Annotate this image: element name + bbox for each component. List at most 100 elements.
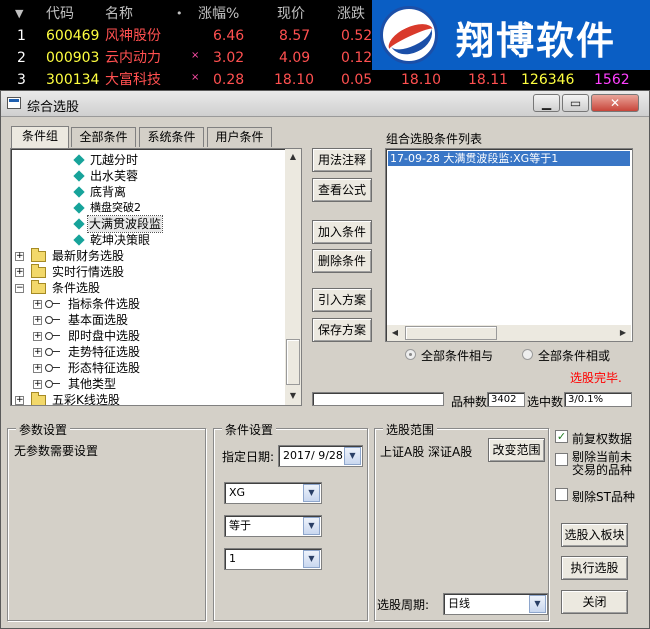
expand-icon[interactable]: + [15, 396, 24, 405]
logic-and-label: 全部条件相与 [421, 349, 494, 363]
delete-condition-button[interactable]: 删除条件 [312, 249, 372, 273]
tab-all-conditions[interactable]: 全部条件 [71, 127, 136, 147]
stock-name: 大富科技 [105, 72, 161, 88]
expand-icon[interactable]: + [33, 364, 42, 373]
chevron-down-icon[interactable]: ▼ [303, 484, 320, 502]
scope-title: 选股范围 [383, 421, 438, 438]
view-formula-button[interactable]: 查看公式 [312, 178, 372, 202]
change: 0.05 [341, 72, 373, 88]
scroll-left-icon[interactable]: ◀ [388, 326, 402, 340]
change-scope-button[interactable]: 改变范围 [488, 438, 545, 462]
params-group: 参数设置 无参数需要设置 [7, 421, 206, 621]
exclude-halt-label: 剔除当前未交易的品种 [572, 450, 633, 477]
expand-icon[interactable]: + [33, 348, 42, 357]
sort-icon[interactable]: ▼ [15, 3, 23, 25]
scroll-up-icon[interactable]: ▲ [286, 150, 300, 164]
expand-icon[interactable]: + [33, 332, 42, 341]
col-code[interactable]: 代码 [46, 3, 74, 25]
stock-name: 云内动力 [105, 50, 161, 66]
tree-item-label: 横盘突破2 [90, 201, 141, 214]
stock-name: 风神股份 [105, 28, 161, 44]
formula-icon [73, 202, 85, 214]
key-icon [45, 364, 61, 372]
params-text: 无参数需要设置 [14, 444, 99, 458]
execute-screen-button[interactable]: 执行选股 [561, 556, 628, 580]
exclude-st-checkbox[interactable] [555, 488, 568, 501]
close-button[interactable]: 关闭 [561, 590, 628, 614]
key-icon [45, 316, 61, 324]
condition-tree[interactable]: 兀越分时 出水芙蓉 底背离 横盘突破2 大满贯波段监 乾坤决策眼 + 最新财务选股… [10, 148, 302, 406]
formula-icon [73, 218, 85, 230]
tab-user-conditions[interactable]: 用户条件 [207, 127, 272, 147]
col-price[interactable]: 现价 [277, 3, 305, 25]
maximize-button[interactable]: ▭ [562, 94, 589, 112]
operator-select[interactable]: 等于 ▼ [224, 515, 322, 537]
restore-checkbox[interactable]: ✓ [555, 430, 568, 443]
expand-icon[interactable]: + [33, 300, 42, 309]
formula-icon [73, 186, 85, 198]
expand-icon[interactable]: + [15, 268, 24, 277]
expand-icon[interactable]: + [33, 316, 42, 325]
value-value: 1 [229, 552, 236, 565]
tree-folder-label: 五彩K线选股 [52, 393, 120, 406]
list-hscrollbar[interactable]: ◀ ▶ [387, 325, 631, 341]
tree-scrollbar[interactable]: ▲ ▼ [285, 149, 301, 405]
tree-folder-label: 条件选股 [52, 281, 101, 295]
scroll-right-icon[interactable]: ▶ [616, 326, 630, 340]
tree-item-label: 走势特征选股 [68, 345, 141, 359]
condition-list-title: 组合选股条件列表 [386, 132, 483, 146]
tree-item-label: 大满贯波段监 [86, 215, 164, 233]
tree-folder-label: 实时行情选股 [52, 265, 125, 279]
save-scheme-button[interactable]: 保存方案 [312, 318, 372, 342]
collapse-icon[interactable]: − [15, 284, 24, 293]
tree-item-label: 兀越分时 [90, 153, 139, 167]
chevron-down-icon[interactable]: ▼ [529, 595, 546, 613]
import-scheme-button[interactable]: 引入方案 [312, 288, 372, 312]
usage-notes-button[interactable]: 用法注释 [312, 148, 372, 172]
restore-label: 前复权数据 [572, 432, 633, 446]
minimize-button[interactable]: ▁ [533, 94, 560, 112]
progress-bar [312, 392, 444, 406]
change-pct: 3.02 [213, 50, 245, 66]
scope-group: 选股范围 上证A股 深证A股 改变范围 选股周期: 日线 ▼ [374, 421, 549, 621]
tree-item-label: 形态特征选股 [68, 361, 141, 375]
logic-and-radio[interactable] [405, 349, 416, 360]
condition-list[interactable]: 17-09-28 大满贯波段监:XG等于1 ◀ ▶ [385, 148, 633, 342]
date-picker[interactable]: 2017/ 9/28 ▼ [278, 445, 363, 467]
scroll-thumb[interactable] [286, 339, 300, 385]
chevron-down-icon[interactable]: ▼ [303, 550, 320, 568]
add-condition-button[interactable]: 加入条件 [312, 220, 372, 244]
key-icon [45, 300, 61, 308]
col-change-pct[interactable]: 涨幅% [198, 3, 239, 25]
period-value: 日线 [448, 597, 470, 610]
close-window-button[interactable]: ✕ [591, 94, 639, 112]
mark-icon: × [191, 72, 200, 83]
value-select[interactable]: 1 ▼ [224, 548, 322, 570]
title-bar[interactable]: 综合选股 ▁ ▭ ✕ [1, 91, 649, 117]
period-select[interactable]: 日线 ▼ [443, 593, 548, 615]
list-item[interactable]: 17-09-28 大满贯波段监:XG等于1 [388, 151, 630, 166]
chevron-down-icon[interactable]: ▼ [344, 447, 361, 465]
col-change[interactable]: 涨跌 [337, 3, 365, 25]
scroll-down-icon[interactable]: ▼ [286, 389, 300, 403]
tree-item-label: 即时盘中选股 [68, 329, 141, 343]
logic-or-radio[interactable] [522, 349, 533, 360]
variable-select[interactable]: XG ▼ [224, 482, 322, 504]
col-name[interactable]: 名称 [105, 3, 133, 25]
key-icon [45, 332, 61, 340]
expand-icon[interactable]: + [15, 252, 24, 261]
status-done: 选股完毕. [570, 371, 622, 385]
chevron-down-icon[interactable]: ▼ [303, 517, 320, 535]
scroll-thumb[interactable] [405, 326, 497, 340]
add-to-block-button[interactable]: 选股入板块 [561, 523, 628, 547]
tab-condition-group[interactable]: 条件组 [11, 126, 69, 148]
exclude-halt-checkbox[interactable] [555, 453, 568, 466]
tree-item-label: 基本面选股 [68, 313, 129, 327]
stock-screener-dialog: 综合选股 ▁ ▭ ✕ 条件组 全部条件 系统条件 用户条件 兀越分时 出水芙蓉 … [0, 90, 650, 629]
tree-folder-label: 最新财务选股 [52, 249, 125, 263]
tab-system-conditions[interactable]: 系统条件 [139, 127, 204, 147]
expand-icon[interactable]: + [33, 380, 42, 389]
formula-icon [73, 154, 85, 166]
stock-code: 600469 [46, 28, 100, 44]
buy-price: 18.10 [401, 72, 442, 88]
